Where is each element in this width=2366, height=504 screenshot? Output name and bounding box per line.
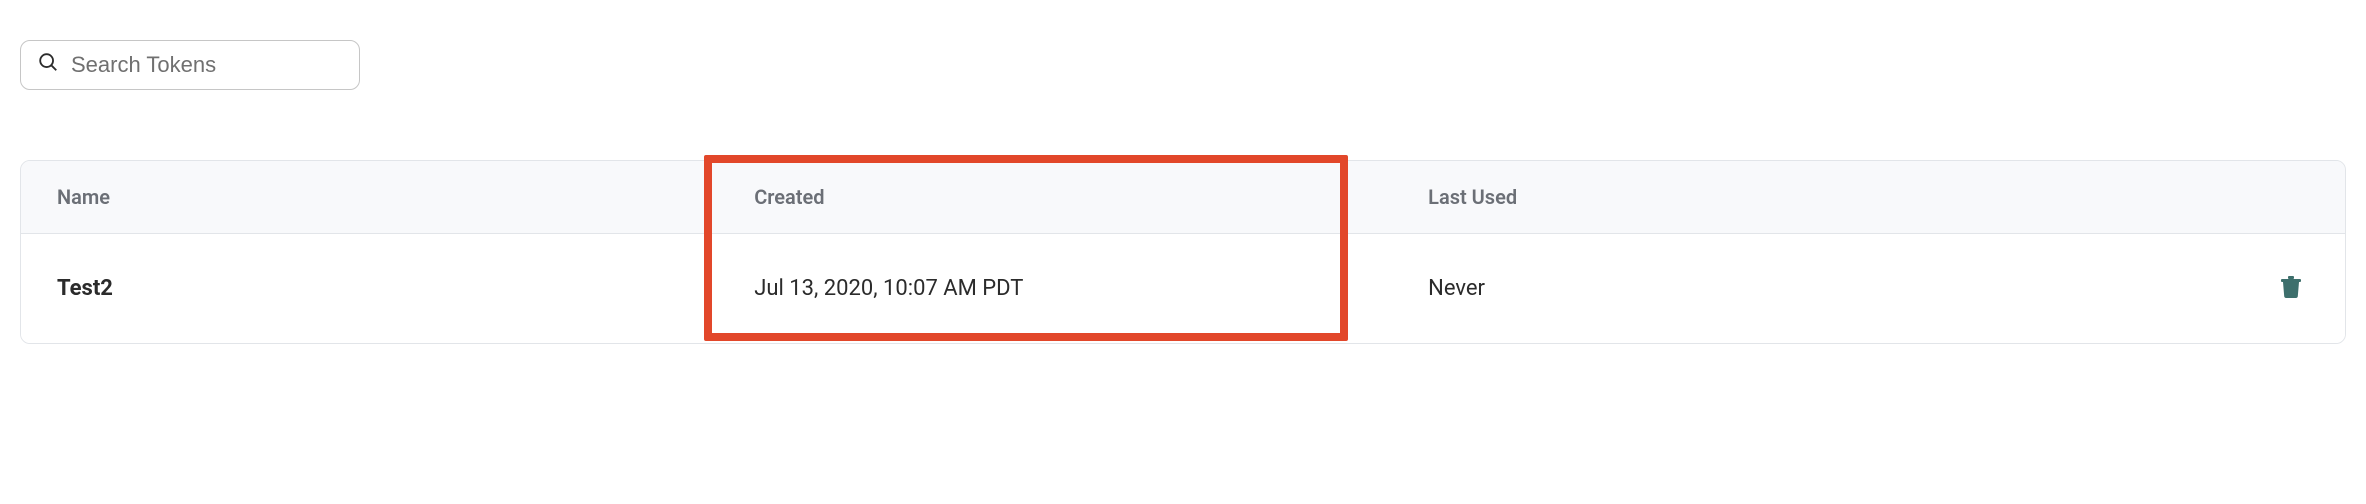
cell-last-used: Never	[1392, 242, 2159, 335]
table-header-row: Name Created Last Used	[21, 161, 2345, 234]
column-header-last-used: Last Used	[1392, 161, 2159, 233]
tokens-table: Name Created Last Used Test2 Jul 13, 202…	[20, 160, 2346, 344]
cell-created-value: Jul 13, 2020, 10:07 AM PDT	[754, 276, 1023, 301]
delete-token-button[interactable]	[2273, 268, 2309, 309]
table-row: Test2 Jul 13, 2020, 10:07 AM PDT Never	[21, 234, 2345, 343]
cell-name: Test2	[21, 242, 718, 335]
column-header-actions	[2159, 161, 2345, 233]
trash-icon	[2279, 274, 2303, 303]
search-icon	[37, 51, 59, 79]
search-tokens-field[interactable]	[20, 40, 360, 90]
cell-actions	[2159, 234, 2345, 343]
search-input[interactable]	[71, 52, 343, 78]
column-header-name: Name	[21, 161, 718, 233]
column-header-created: Created	[718, 161, 1392, 233]
column-header-created-label: Created	[754, 185, 824, 209]
cell-created: Jul 13, 2020, 10:07 AM PDT	[718, 242, 1392, 335]
